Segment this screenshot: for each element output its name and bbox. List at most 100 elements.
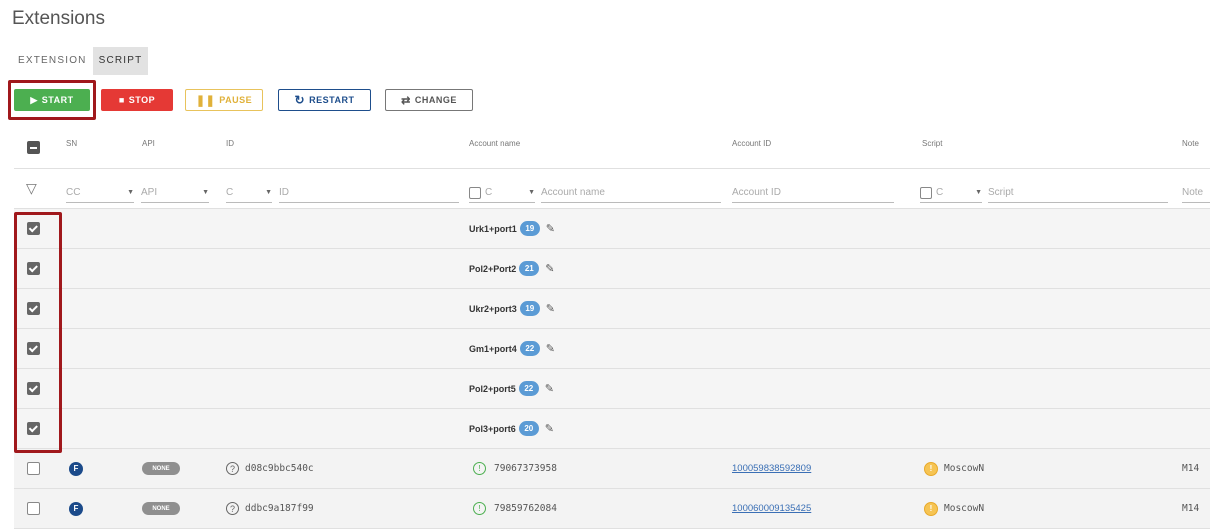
pencil-icon[interactable]: ✎	[546, 222, 555, 235]
facebook-icon: F	[69, 501, 83, 516]
stop-button-label: STOP	[128, 95, 156, 105]
account-id-link[interactable]: 100059838592809	[732, 463, 811, 474]
account-name-filter-placeholder: Account name	[541, 187, 605, 198]
pause-icon: ❚❚	[195, 94, 216, 107]
filter-row: ▽ CC ▼ API ▼ C ▼ ID C ▼ Account name Acc…	[14, 169, 1210, 209]
group-name: Pol2+Port2	[469, 263, 517, 274]
id-filter-mode[interactable]: C ▼	[226, 183, 272, 203]
count-badge: 19	[519, 221, 540, 236]
account-name-filter-mode-value: C	[485, 187, 493, 198]
count-badge: 22	[518, 381, 539, 396]
group-name: Pol3+port6	[469, 423, 516, 434]
column-header-id[interactable]: ID	[226, 127, 234, 168]
account-name-value: 79859762084	[494, 503, 557, 514]
column-header-sn[interactable]: SN	[66, 127, 77, 168]
group-row[interactable]: Pol2+port5 22 ✎	[14, 369, 1210, 409]
warning-icon[interactable]: !	[924, 501, 938, 516]
script-value: MoscowN	[944, 463, 985, 474]
column-header-script[interactable]: Script	[922, 127, 942, 168]
tab-extension[interactable]: EXTENSION	[12, 47, 93, 75]
group-row[interactable]: Gm1+port4 22 ✎	[14, 329, 1210, 369]
pencil-icon[interactable]: ✎	[546, 302, 555, 315]
id-filter-mode-value: C	[226, 187, 234, 198]
stop-icon: ■	[118, 95, 125, 105]
group-name: Ukr2+port3	[469, 303, 517, 314]
note-value: M14	[1182, 463, 1200, 474]
script-filter-checkbox[interactable]	[920, 186, 932, 199]
sn-filter-select[interactable]: CC ▼	[66, 183, 134, 203]
group-name: Urk1+port1	[469, 223, 517, 234]
change-button[interactable]: ⇄ CHANGE	[385, 89, 473, 111]
count-badge: 22	[519, 341, 540, 356]
column-header-account-id[interactable]: Account ID	[732, 127, 771, 168]
api-filter-select[interactable]: API ▼	[141, 183, 209, 203]
group-row[interactable]: Urk1+port1 19 ✎	[14, 209, 1210, 249]
count-badge: 19	[519, 301, 540, 316]
restart-button-label: RESTART	[309, 95, 355, 105]
checkbox-highlight-frame	[14, 212, 62, 453]
tab-bar: EXTENSION SCRIPT	[12, 47, 149, 75]
id-filter-input[interactable]: ID	[279, 183, 459, 203]
warning-icon[interactable]: !	[924, 461, 938, 476]
info-icon[interactable]: !	[473, 502, 486, 515]
chevron-down-icon: ▼	[265, 189, 272, 196]
account-id-link[interactable]: 100060009135425	[732, 503, 811, 514]
table-row[interactable]: F NONE ? ddbc9a187f99 ! 79859762084 1000…	[14, 489, 1210, 529]
note-value: M14	[1182, 503, 1200, 514]
script-filter-mode-value: C	[936, 187, 944, 198]
chevron-down-icon: ▼	[202, 189, 209, 196]
script-filter-mode[interactable]: C ▼	[920, 183, 982, 203]
filter-icon: ▽	[26, 180, 37, 196]
account-id-filter-input[interactable]: Account ID	[732, 183, 894, 203]
change-button-label: CHANGE	[414, 95, 457, 105]
group-row[interactable]: Pol3+port6 20 ✎	[14, 409, 1210, 449]
pencil-icon[interactable]: ✎	[545, 382, 554, 395]
chevron-down-icon: ▼	[975, 189, 982, 196]
id-filter-placeholder: ID	[279, 187, 289, 198]
note-filter-input[interactable]: Note	[1182, 183, 1210, 203]
info-icon[interactable]: !	[473, 462, 486, 475]
api-status-pill: NONE	[142, 462, 180, 475]
account-name-value: 79067373958	[494, 463, 557, 474]
start-button[interactable]: ▶ START	[14, 89, 90, 111]
column-header-account-name[interactable]: Account name	[469, 127, 520, 168]
script-filter-input[interactable]: Script	[988, 183, 1168, 203]
account-name-filter-checkbox[interactable]	[469, 186, 481, 199]
group-row[interactable]: Ukr2+port3 19 ✎	[14, 289, 1210, 329]
row-checkbox[interactable]	[27, 462, 40, 475]
start-button-label: START	[41, 95, 74, 105]
extension-id: ddbc9a187f99	[245, 503, 314, 514]
pencil-icon[interactable]: ✎	[545, 262, 554, 275]
stop-button[interactable]: ■ STOP	[101, 89, 173, 111]
table-row[interactable]: F NONE ? d08c9bbc540c ! 79067373958 1000…	[14, 449, 1210, 489]
account-name-filter-input[interactable]: Account name	[541, 183, 721, 203]
select-all-checkbox[interactable]	[27, 141, 40, 154]
facebook-icon: F	[69, 461, 83, 476]
api-filter-value: API	[141, 187, 158, 198]
account-id-filter-placeholder: Account ID	[732, 187, 781, 198]
script-value: MoscowN	[944, 503, 985, 514]
account-name-filter-mode[interactable]: C ▼	[469, 183, 535, 203]
chevron-down-icon: ▼	[127, 189, 134, 196]
grid-header: SN API ID Account name Account ID Script…	[14, 127, 1210, 169]
script-filter-placeholder: Script	[988, 187, 1014, 198]
restart-icon: ↻	[294, 93, 306, 107]
pause-button[interactable]: ❚❚ PAUSE	[185, 89, 263, 111]
question-icon[interactable]: ?	[226, 462, 239, 475]
group-row[interactable]: Pol2+Port2 21 ✎	[14, 249, 1210, 289]
column-header-api[interactable]: API	[142, 127, 155, 168]
api-status-pill: NONE	[142, 502, 180, 515]
pencil-icon[interactable]: ✎	[546, 342, 555, 355]
page-title: Extensions	[12, 8, 105, 29]
question-icon[interactable]: ?	[226, 502, 239, 515]
count-badge: 21	[519, 261, 540, 276]
group-name: Gm1+port4	[469, 343, 517, 354]
extension-id: d08c9bbc540c	[245, 463, 314, 474]
tab-script[interactable]: SCRIPT	[92, 47, 149, 75]
restart-button[interactable]: ↻ RESTART	[278, 89, 371, 111]
group-name: Pol2+port5	[469, 383, 516, 394]
pencil-icon[interactable]: ✎	[545, 422, 554, 435]
count-badge: 20	[518, 421, 539, 436]
row-checkbox[interactable]	[27, 502, 40, 515]
column-header-note[interactable]: Note	[1182, 127, 1199, 168]
